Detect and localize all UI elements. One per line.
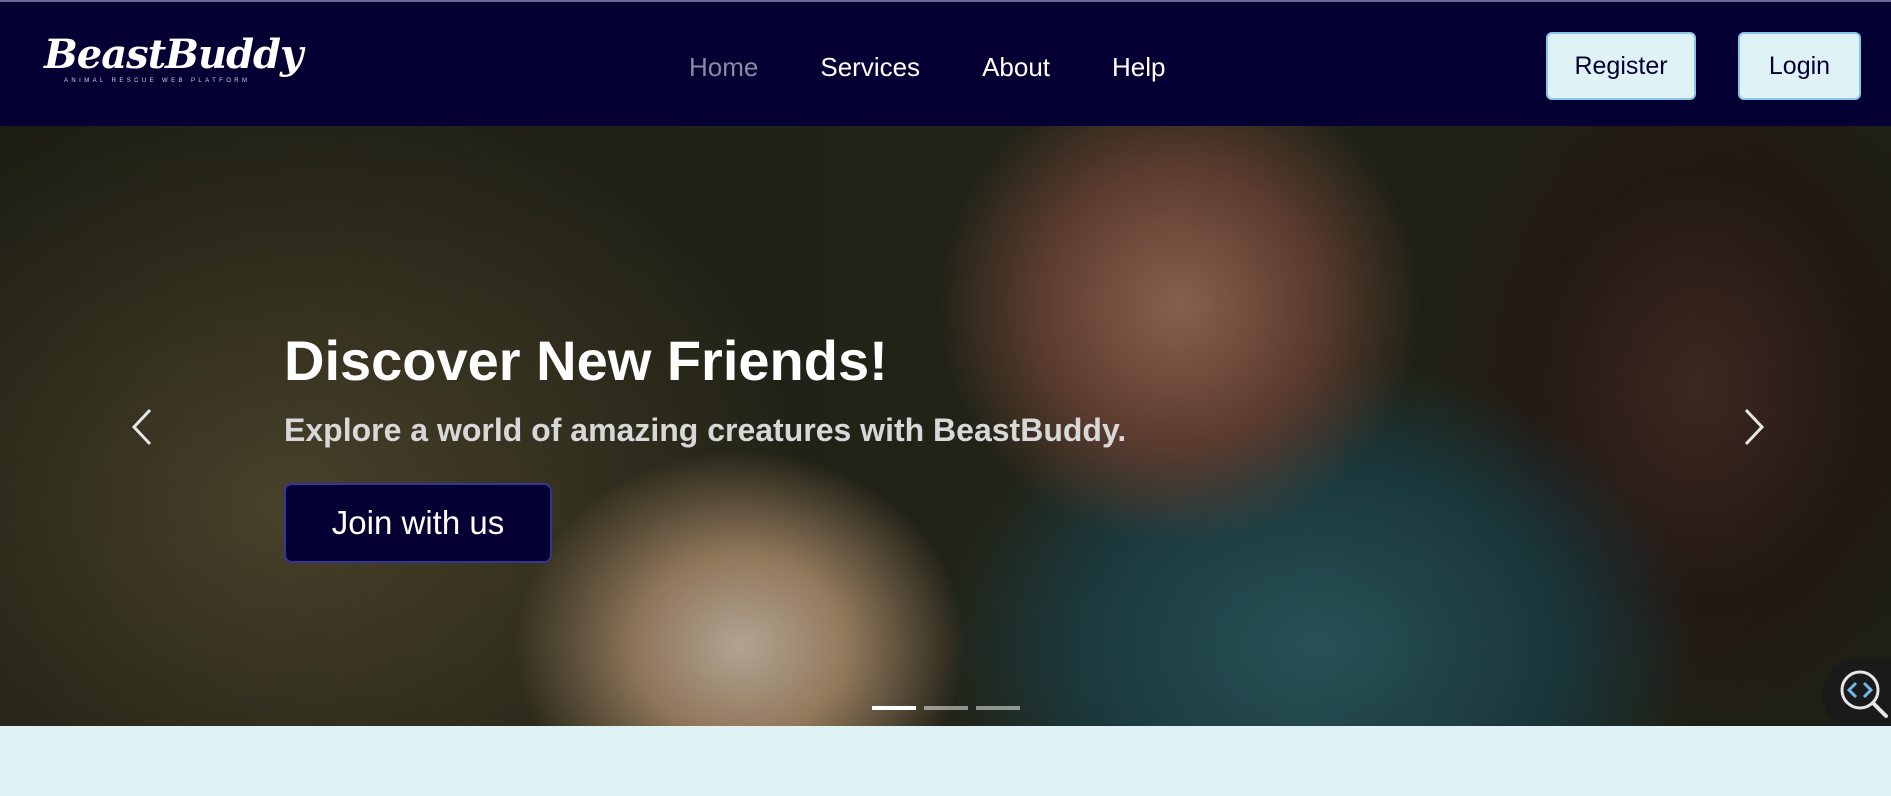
content-section (0, 726, 1891, 796)
navbar: BeastBuddy ANIMAL RESCUE WEB PLATFORM Ho… (0, 2, 1891, 126)
chevron-right-icon (1744, 408, 1765, 446)
carousel-indicator-3[interactable] (976, 706, 1020, 710)
carousel-indicator-1[interactable] (872, 706, 916, 710)
brand-tagline: ANIMAL RESCUE WEB PLATFORM (64, 78, 251, 84)
main-nav: Home Services About Help (689, 48, 1166, 86)
code-search-icon (1840, 670, 1888, 718)
carousel-indicators (872, 706, 1020, 710)
brand-name: BeastBuddy (44, 31, 303, 78)
chevron-left-icon (131, 408, 152, 446)
code-search-widget[interactable] (1822, 658, 1891, 728)
carousel-indicator-2[interactable] (924, 706, 968, 710)
hero-subtitle: Explore a world of amazing creatures wit… (284, 412, 1127, 448)
join-button[interactable]: Join with us (284, 483, 552, 563)
nav-home[interactable]: Home (689, 52, 758, 83)
carousel-prev-button[interactable] (122, 402, 162, 452)
hero-carousel: Discover New Friends! Explore a world of… (0, 126, 1891, 726)
nav-about[interactable]: About (982, 52, 1050, 83)
login-button[interactable]: Login (1738, 32, 1861, 100)
nav-help[interactable]: Help (1112, 52, 1165, 83)
hero-title: Discover New Friends! (284, 329, 888, 392)
carousel-next-button[interactable] (1734, 402, 1774, 452)
register-button[interactable]: Register (1546, 32, 1696, 100)
brand-logo[interactable]: BeastBuddy ANIMAL RESCUE WEB PLATFORM (44, 30, 303, 94)
nav-services[interactable]: Services (820, 52, 920, 83)
